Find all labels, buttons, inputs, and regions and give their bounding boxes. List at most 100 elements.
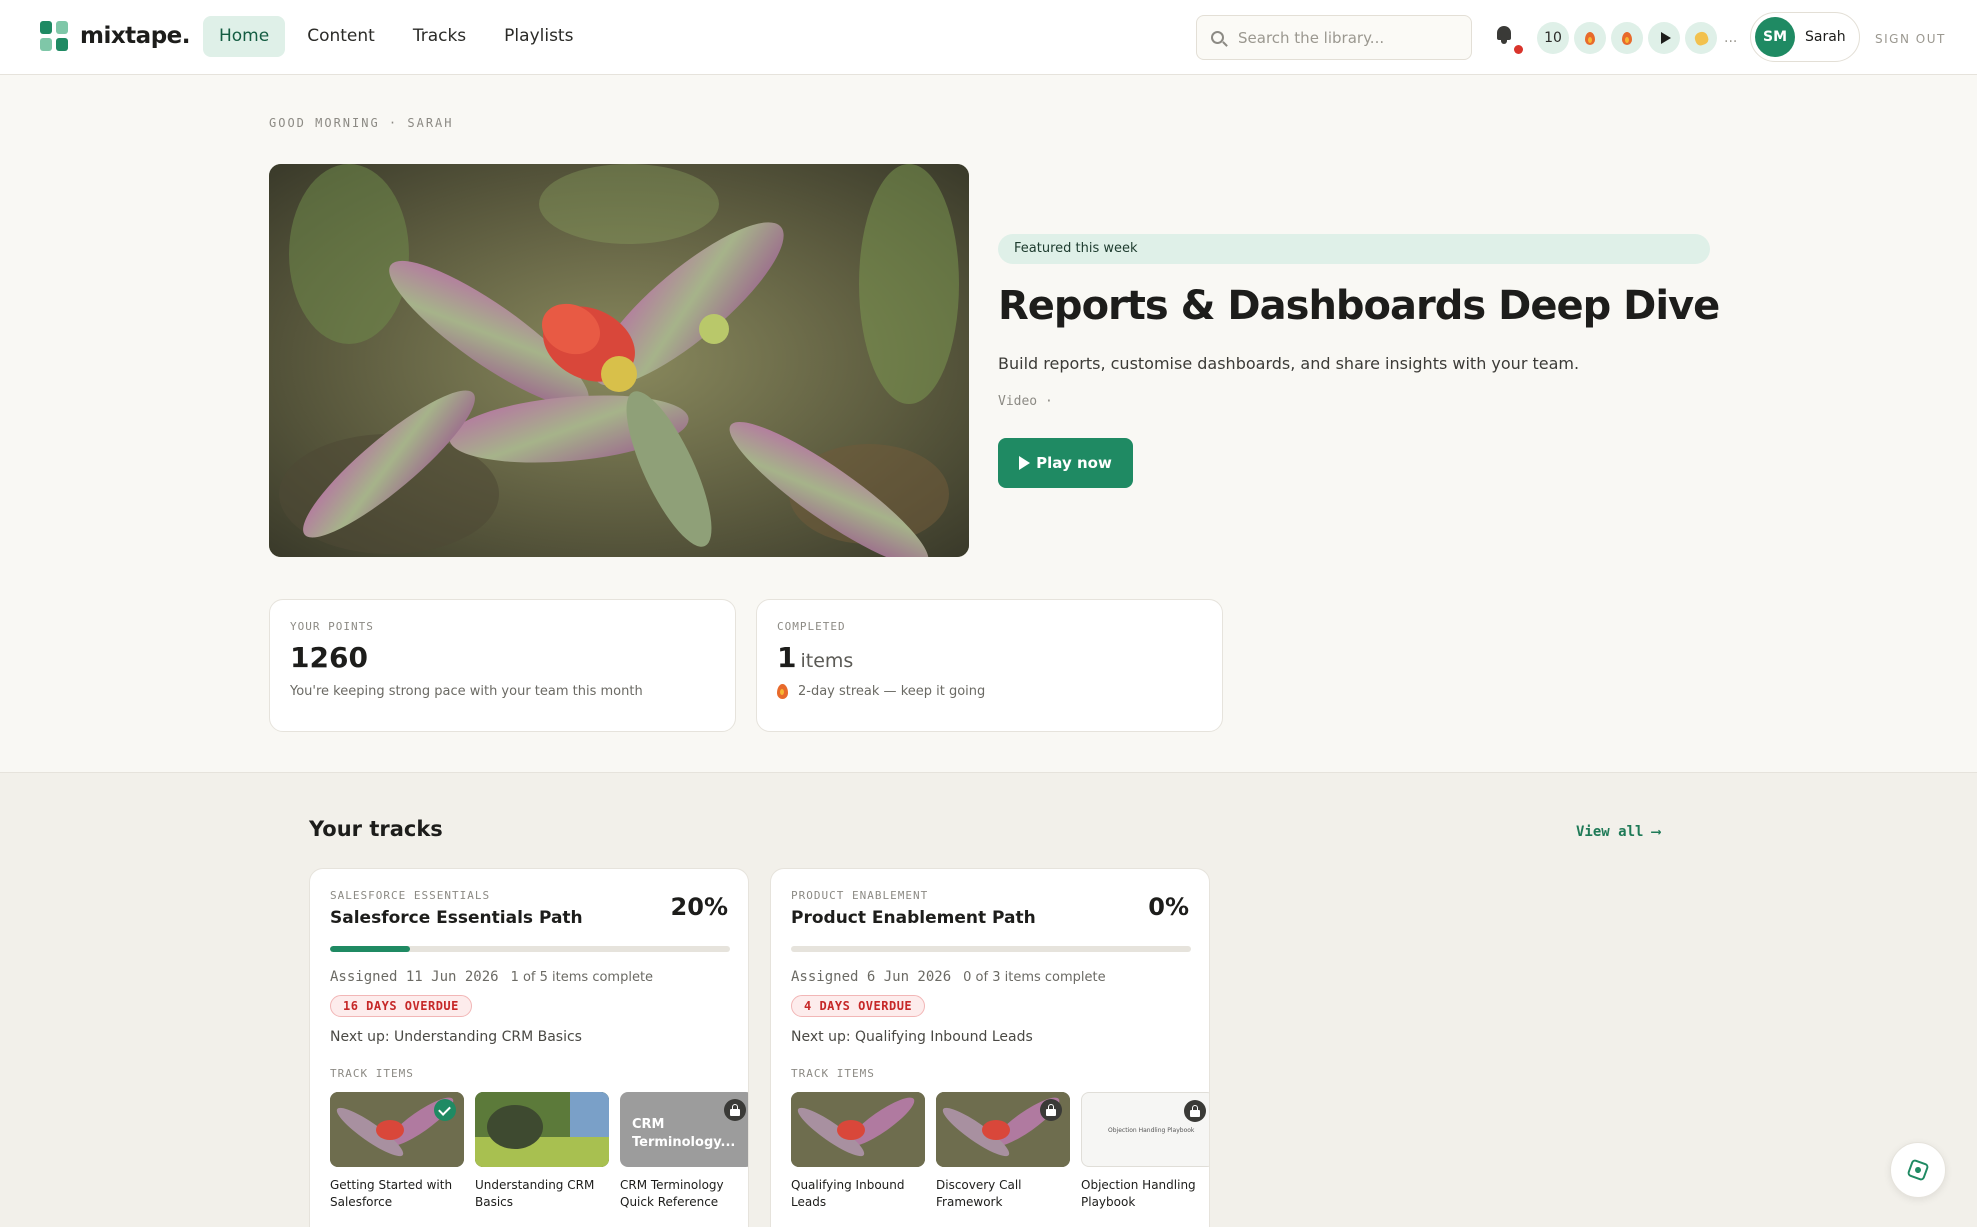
featured-description: Build reports, customise dashboards, and…	[998, 354, 1580, 373]
points-note: You're keeping strong pace with your tea…	[290, 684, 643, 699]
bell-icon[interactable]	[1496, 26, 1512, 44]
track-item-overlay: CRM Terminology...	[632, 1117, 736, 1150]
view-all-link[interactable]: View all ⟶	[1576, 824, 1660, 840]
overdue-badge: 4 DAYS OVERDUE	[791, 995, 926, 1017]
tracks-title: Your tracks	[309, 817, 443, 841]
track-name[interactable]: Salesforce Essentials Path	[330, 908, 728, 928]
clap-badge[interactable]	[1685, 22, 1717, 54]
play-badge[interactable]	[1648, 22, 1680, 54]
search-box[interactable]	[1196, 15, 1472, 60]
track-item-thumbnail	[791, 1092, 925, 1167]
track-item[interactable]: Understanding CRM Basics	[475, 1092, 609, 1211]
track-percent: 0%	[1148, 893, 1189, 921]
featured-meta: Video ·	[998, 394, 1053, 409]
flame-icon	[1585, 31, 1595, 45]
track-assigned: Assigned 6 Jun 2026	[791, 969, 952, 985]
completed-card: COMPLETED 1 items 2-day streak — keep it …	[756, 599, 1223, 732]
featured-title[interactable]: Reports & Dashboards Deep Dive	[998, 283, 1720, 329]
track-item-title: Understanding CRM Basics	[475, 1178, 595, 1209]
logo[interactable]: mixtape.	[40, 21, 191, 51]
track-items-label: TRACK ITEMS	[330, 1067, 414, 1080]
track-item-title: Getting Started with Salesforce	[330, 1178, 453, 1209]
nav-playlists[interactable]: Playlists	[488, 16, 589, 57]
next-up: Next up: Qualifying Inbound Leads	[791, 1029, 1033, 1045]
nav-home[interactable]: Home	[203, 16, 286, 57]
points-label: YOUR POINTS	[290, 620, 374, 633]
nav-tracks[interactable]: Tracks	[397, 16, 482, 57]
track-items-list: Qualifying Inbound Leads Discovery Call …	[791, 1092, 1209, 1211]
points-card: YOUR POINTS 1260 You're keeping strong p…	[269, 599, 736, 732]
track-item-thumbnail: CRM Terminology...	[620, 1092, 748, 1167]
user-menu[interactable]: SM Sarah	[1750, 12, 1860, 62]
track-meta: Assigned 11 Jun 2026 1 of 5 items complet…	[330, 969, 728, 985]
track-item-overlay: Objection Handling Playbook	[1108, 1127, 1195, 1134]
nav-content[interactable]: Content	[291, 16, 391, 57]
track-progress-bar	[791, 946, 1191, 952]
featured-tag: Featured this week	[998, 234, 1710, 264]
track-category: PRODUCT ENABLEMENT	[791, 889, 929, 902]
logo-mark-icon	[40, 21, 68, 51]
track-item-thumbnail	[330, 1092, 464, 1167]
lock-icon	[724, 1099, 746, 1121]
clap-icon	[1692, 29, 1710, 47]
achievement-badges: 10 ...	[1537, 22, 1737, 54]
track-item-title: Objection Handling Playbook	[1081, 1178, 1196, 1209]
app-name: mixtape.	[80, 23, 191, 49]
track-item-title: Qualifying Inbound Leads	[791, 1178, 905, 1209]
track-item[interactable]: CRM Terminology... CRM Terminology Quick…	[620, 1092, 748, 1211]
track-meta: Assigned 6 Jun 2026 0 of 3 items complete	[791, 969, 1189, 985]
lock-icon	[1040, 1099, 1062, 1121]
points-value: 1260	[290, 641, 368, 674]
track-card[interactable]: SALESFORCE ESSENTIALS Salesforce Essenti…	[309, 868, 749, 1227]
more-badges[interactable]: ...	[1724, 30, 1737, 46]
assistant-button[interactable]	[1890, 1142, 1946, 1198]
points-badge[interactable]: 10	[1537, 22, 1569, 54]
track-category: SALESFORCE ESSENTIALS	[330, 889, 491, 902]
main-nav: Home Content Tracks Playlists	[203, 16, 589, 57]
play-icon	[1019, 456, 1031, 470]
search-input[interactable]	[1238, 28, 1457, 47]
track-items-list: Getting Started with Salesforce Understa…	[330, 1092, 748, 1211]
overdue-badge: 16 DAYS OVERDUE	[330, 995, 472, 1017]
sign-out-link[interactable]: SIGN OUT	[1875, 32, 1946, 46]
track-item[interactable]: Objection Handling Playbook Objection Ha…	[1081, 1092, 1209, 1211]
notification-dot	[1514, 45, 1523, 54]
flame-badge[interactable]	[1611, 22, 1643, 54]
track-progress-fill	[330, 946, 410, 952]
completed-unit: items	[800, 650, 854, 672]
flame-badge[interactable]	[1574, 22, 1606, 54]
flame-icon	[777, 684, 788, 699]
track-item[interactable]: Discovery Call Framework	[936, 1092, 1070, 1211]
track-name[interactable]: Product Enablement Path	[791, 908, 1189, 928]
check-icon	[434, 1099, 456, 1121]
assistant-icon	[1906, 1158, 1930, 1182]
track-percent: 20%	[670, 893, 728, 921]
streak-note: 2-day streak — keep it going	[777, 684, 1202, 699]
search-icon	[1211, 31, 1224, 44]
track-card[interactable]: PRODUCT ENABLEMENT Product Enablement Pa…	[770, 868, 1210, 1227]
track-item[interactable]: Getting Started with Salesforce	[330, 1092, 464, 1211]
track-item-thumbnail	[475, 1092, 609, 1167]
avatar: SM	[1755, 17, 1795, 57]
track-item-thumbnail: Objection Handling Playbook	[1081, 1092, 1209, 1167]
play-now-button[interactable]: Play now	[998, 438, 1133, 488]
track-items-complete: 1 of 5 items complete	[510, 970, 654, 985]
next-up: Next up: Understanding CRM Basics	[330, 1029, 582, 1045]
track-item[interactable]: Qualifying Inbound Leads	[791, 1092, 925, 1211]
track-items-complete: 0 of 3 items complete	[963, 970, 1106, 985]
track-progress-bar	[330, 946, 730, 952]
user-name: Sarah	[1805, 29, 1846, 45]
greeting: GOOD MORNING · SARAH	[269, 116, 454, 130]
track-item-title: CRM Terminology Quick Reference	[620, 1178, 724, 1209]
featured-image[interactable]	[269, 164, 969, 557]
flame-icon	[1622, 31, 1632, 45]
track-assigned: Assigned 11 Jun 2026	[330, 969, 499, 985]
top-navbar: mixtape. Home Content Tracks Playlists 1…	[0, 0, 1977, 75]
track-item-title: Discovery Call Framework	[936, 1178, 1022, 1209]
track-item-thumbnail	[936, 1092, 1070, 1167]
track-items-label: TRACK ITEMS	[791, 1067, 875, 1080]
play-now-label: Play now	[1036, 454, 1112, 472]
lock-icon	[1184, 1100, 1206, 1122]
play-icon	[1660, 32, 1671, 44]
streak-text: 2-day streak — keep it going	[798, 684, 986, 699]
